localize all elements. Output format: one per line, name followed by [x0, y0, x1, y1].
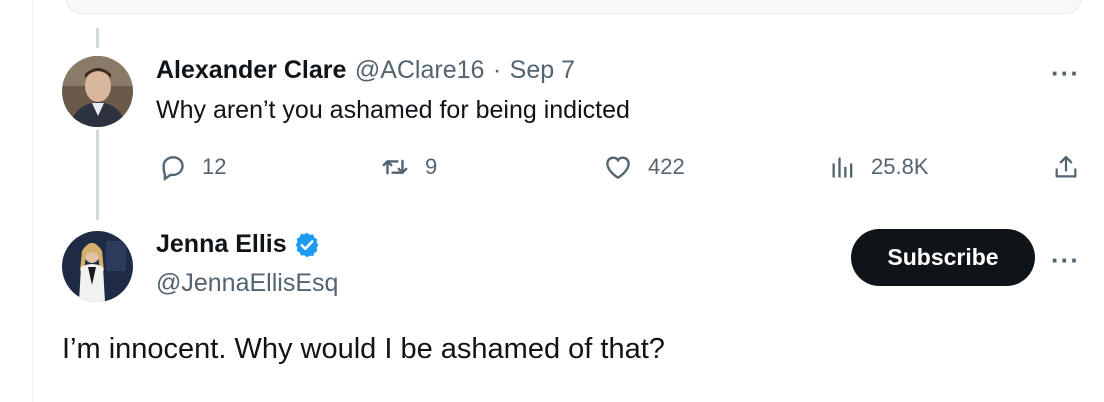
verified-badge-icon[interactable] [293, 231, 321, 259]
main-tweet-text: I’m innocent. Why would I be ashamed of … [62, 333, 665, 365]
more-horizontal-icon[interactable]: ··· [1051, 247, 1080, 273]
analytics-icon [832, 157, 853, 178]
author-name[interactable]: Jenna Ellis [156, 230, 287, 259]
avatar-alexander-clare[interactable] [62, 56, 133, 127]
timeline-border [32, 0, 33, 402]
reply-header: Alexander Clare @AClare16 · Sep 7 [156, 56, 575, 85]
avatar-jenna-ellis[interactable] [62, 231, 133, 302]
views-action[interactable]: 25.8K [829, 152, 929, 182]
main-tweet-header: Jenna Ellis [156, 230, 321, 259]
heart-icon [606, 156, 630, 179]
retweet-action[interactable]: 9 [379, 152, 437, 182]
separator-dot: · [492, 56, 502, 84]
share-action[interactable] [1052, 152, 1094, 182]
author-handle[interactable]: @AClare16 [355, 56, 485, 84]
previous-tweet-card-edge[interactable] [66, 0, 1082, 14]
retweet-count: 9 [425, 154, 438, 179]
author-handle[interactable]: @JennaEllisEsq [156, 269, 338, 298]
share-icon [1055, 155, 1077, 178]
reply-icon [162, 156, 184, 182]
thread-connector-top [96, 28, 99, 48]
tweet-date[interactable]: Sep 7 [510, 56, 575, 84]
view-count: 25.8K [871, 154, 929, 179]
reply-action[interactable]: 12 [158, 152, 226, 182]
reply-text: Why aren’t you ashamed for being indicte… [156, 96, 630, 124]
author-name[interactable]: Alexander Clare [156, 56, 346, 84]
subscribe-button[interactable]: Subscribe [851, 229, 1035, 286]
thread-connector [96, 130, 99, 220]
retweet-icon [382, 159, 408, 175]
reply-count: 12 [202, 154, 227, 179]
more-horizontal-icon[interactable]: ··· [1051, 60, 1080, 86]
like-count: 422 [648, 154, 685, 179]
like-action[interactable]: 422 [602, 152, 685, 182]
